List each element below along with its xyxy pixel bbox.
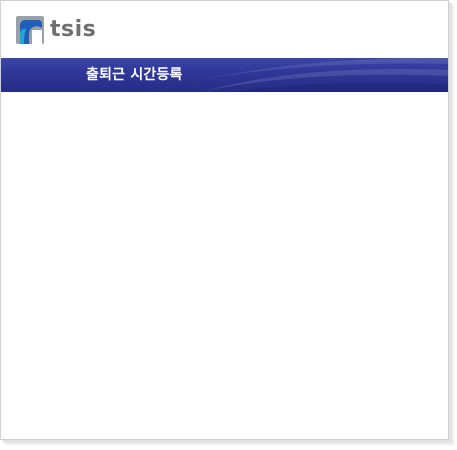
page: tsis 출퇴근 시간등록 xyxy=(0,0,457,450)
tsis-logo: tsis xyxy=(16,16,96,44)
logo-bar: tsis xyxy=(1,1,448,58)
title-bar: 출퇴근 시간등록 xyxy=(1,58,448,92)
tsis-logo-mark-icon xyxy=(16,16,44,44)
page-title: 출퇴근 시간등록 xyxy=(86,67,183,83)
logo-text: tsis xyxy=(50,17,97,42)
content-area xyxy=(1,92,448,439)
window-frame: tsis 출퇴근 시간등록 xyxy=(0,0,449,440)
title-bar-swoosh-decoration xyxy=(151,58,448,92)
